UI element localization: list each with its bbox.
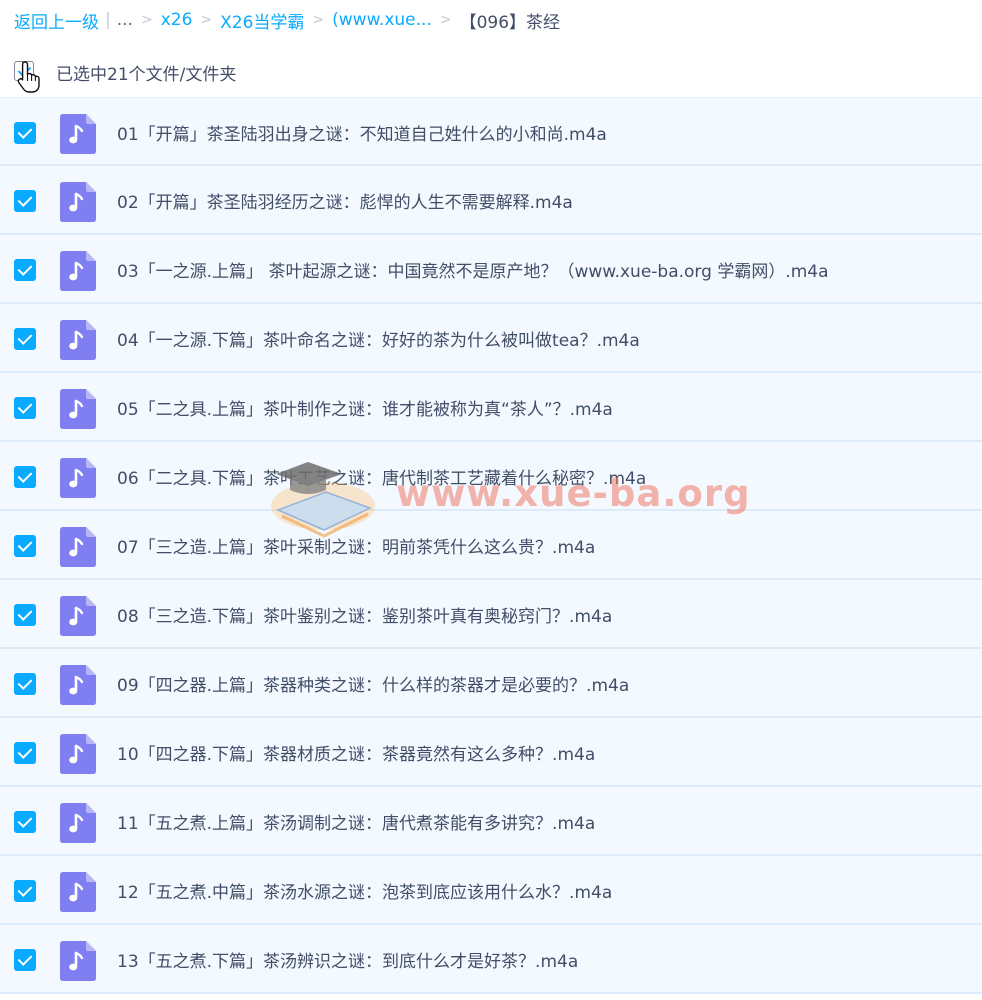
file-row[interactable]: 03「一之源.上篇」 茶叶起源之谜：中国竟然不是原产地？（www.xue-ba.… (0, 235, 982, 304)
breadcrumb: 返回上一级 | ... > x26 > X26当学霸 > (www.xue...… (0, 0, 982, 40)
selection-count-label: 已选中21个文件/文件夹 (56, 65, 237, 85)
file-checkbox[interactable] (14, 880, 36, 902)
audio-file-icon (60, 665, 96, 705)
breadcrumb-item-x26-study[interactable]: X26当学霸 (220, 8, 304, 33)
audio-file-icon (60, 527, 96, 567)
breadcrumb-item-x26[interactable]: x26 (161, 10, 193, 30)
file-row[interactable]: 11「五之煮.上篇」茶汤调制之谜：唐代煮茶能有多讲究？.m4a (0, 787, 982, 856)
audio-file-icon (60, 596, 96, 636)
file-checkbox[interactable] (14, 535, 36, 557)
audio-file-icon (60, 389, 96, 429)
audio-file-icon (60, 182, 96, 222)
file-name[interactable]: 02「开篇」茶圣陆羽经历之谜：彪悍的人生不需要解释.m4a (117, 188, 573, 213)
file-list: 01「开篇」茶圣陆羽出身之谜：不知道自己姓什么的小和尚.m4a 02「开篇」茶圣陆… (0, 97, 982, 994)
hand-cursor-icon (17, 61, 40, 93)
file-checkbox[interactable] (14, 604, 36, 626)
file-name[interactable]: 03「一之源.上篇」 茶叶起源之谜：中国竟然不是原产地？（www.xue-ba.… (117, 257, 829, 282)
back-link[interactable]: 返回上一级 (14, 8, 99, 33)
audio-file-icon (60, 458, 96, 498)
chevron-right-icon: > (439, 12, 452, 28)
file-checkbox[interactable] (14, 328, 36, 350)
file-checkbox[interactable] (14, 811, 36, 833)
file-checkbox[interactable] (14, 949, 36, 971)
file-name[interactable]: 04「一之源.下篇」茶叶命名之谜：好好的茶为什么被叫做tea？.m4a (117, 326, 640, 351)
file-row[interactable]: 10「四之器.下篇」茶器材质之谜：茶器竟然有这么多种？.m4a (0, 718, 982, 787)
chevron-right-icon: > (140, 12, 153, 28)
audio-file-icon (60, 114, 96, 154)
file-checkbox[interactable] (14, 742, 36, 764)
file-checkbox[interactable] (14, 122, 36, 144)
file-name[interactable]: 01「开篇」茶圣陆羽出身之谜：不知道自己姓什么的小和尚.m4a (117, 120, 607, 145)
file-row[interactable]: 08「三之造.下篇」茶叶鉴别之谜：鉴别茶叶真有奥秘窍门？.m4a (0, 580, 982, 649)
chevron-right-icon: > (200, 12, 213, 28)
file-name[interactable]: 05「二之具.上篇」茶叶制作之谜：谁才能被称为真“茶人”？.m4a (117, 395, 613, 420)
file-name[interactable]: 13「五之煮.下篇」茶汤辨识之谜：到底什么才是好茶？.m4a (117, 947, 578, 972)
audio-file-icon (60, 734, 96, 774)
file-name[interactable]: 10「四之器.下篇」茶器材质之谜：茶器竟然有这么多种？.m4a (117, 740, 595, 765)
file-checkbox[interactable] (14, 673, 36, 695)
file-row[interactable]: 12「五之煮.中篇」茶汤水源之谜：泡茶到底应该用什么水？.m4a (0, 856, 982, 925)
breadcrumb-current-folder: 【096】茶经 (459, 12, 561, 33)
breadcrumb-divider: | (105, 10, 111, 30)
file-name[interactable]: 11「五之煮.上篇」茶汤调制之谜：唐代煮茶能有多讲究？.m4a (117, 809, 595, 834)
breadcrumb-item-xueba[interactable]: (www.xue... (332, 10, 432, 30)
file-checkbox[interactable] (14, 190, 36, 212)
file-row[interactable]: 01「开篇」茶圣陆羽出身之谜：不知道自己姓什么的小和尚.m4a (0, 97, 982, 166)
file-checkbox[interactable] (14, 259, 36, 281)
file-row[interactable]: 02「开篇」茶圣陆羽经历之谜：彪悍的人生不需要解释.m4a (0, 166, 982, 235)
audio-file-icon (60, 941, 96, 981)
audio-file-icon (60, 872, 96, 912)
chevron-right-icon: > (312, 12, 325, 28)
selection-bar: 已选中21个文件/文件夹 (0, 48, 982, 94)
file-name[interactable]: 12「五之煮.中篇」茶汤水源之谜：泡茶到底应该用什么水？.m4a (117, 878, 612, 903)
file-row[interactable]: 06「二之具.下篇」茶叶工艺之谜：唐代制茶工艺藏着什么秘密？.m4a (0, 442, 982, 511)
file-row[interactable]: 07「三之造.上篇」茶叶采制之谜：明前茶凭什么这么贵？.m4a (0, 511, 982, 580)
file-name[interactable]: 08「三之造.下篇」茶叶鉴别之谜：鉴别茶叶真有奥秘窍门？.m4a (117, 602, 612, 627)
audio-file-icon (60, 803, 96, 843)
audio-file-icon (60, 320, 96, 360)
file-row[interactable]: 13「五之煮.下篇」茶汤辨识之谜：到底什么才是好茶？.m4a (0, 925, 982, 994)
file-name[interactable]: 07「三之造.上篇」茶叶采制之谜：明前茶凭什么这么贵？.m4a (117, 533, 595, 558)
breadcrumb-ellipsis[interactable]: ... (117, 10, 133, 30)
file-checkbox[interactable] (14, 466, 36, 488)
file-row[interactable]: 04「一之源.下篇」茶叶命名之谜：好好的茶为什么被叫做tea？.m4a (0, 304, 982, 373)
audio-file-icon (60, 251, 96, 291)
file-row[interactable]: 09「四之器.上篇」茶器种类之谜：什么样的茶器才是必要的？.m4a (0, 649, 982, 718)
file-checkbox[interactable] (14, 397, 36, 419)
file-name[interactable]: 09「四之器.上篇」茶器种类之谜：什么样的茶器才是必要的？.m4a (117, 671, 629, 696)
file-name[interactable]: 06「二之具.下篇」茶叶工艺之谜：唐代制茶工艺藏着什么秘密？.m4a (117, 464, 646, 489)
file-row[interactable]: 05「二之具.上篇」茶叶制作之谜：谁才能被称为真“茶人”？.m4a (0, 373, 982, 442)
